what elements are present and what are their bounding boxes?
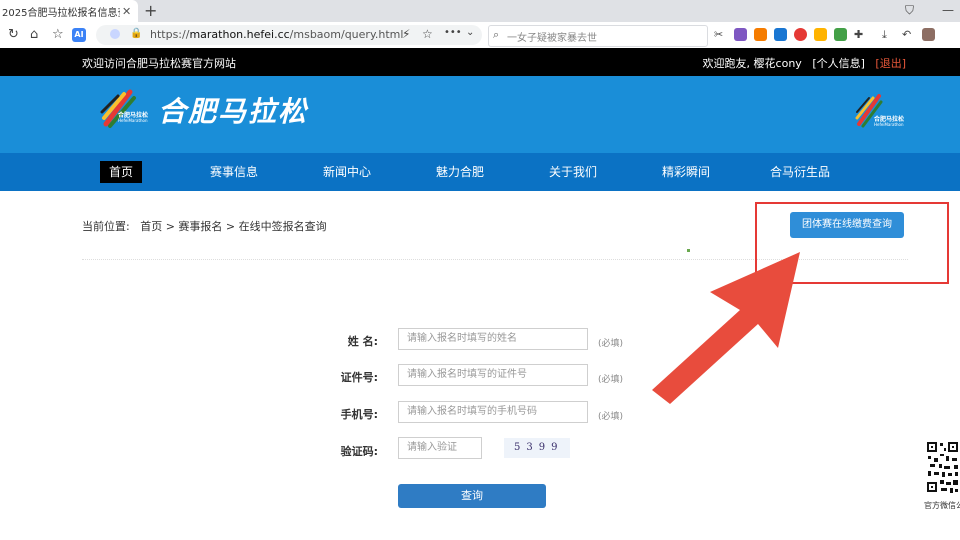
profile-link[interactable]: [个人信息]: [812, 57, 865, 70]
id-number-label: 证件号:: [340, 371, 378, 384]
more-dots-icon[interactable]: •••: [444, 27, 462, 38]
search-text: 一女子疑被家暴去世: [507, 33, 597, 44]
favorites-icon[interactable]: ☆: [52, 27, 64, 43]
nav-item-news[interactable]: 新闻中心: [311, 153, 383, 191]
id-number-input[interactable]: 请输入报名时填写的证件号: [398, 364, 588, 386]
puzzle-icon[interactable]: ✚: [854, 28, 867, 41]
briefcase-icon[interactable]: [922, 28, 935, 41]
reload-icon[interactable]: ↻: [8, 27, 19, 43]
name-required: (必填): [598, 339, 624, 349]
minimize-icon[interactable]: —: [942, 3, 954, 18]
nav-item-event-info[interactable]: 赛事信息: [198, 153, 270, 191]
nav-item-highlights[interactable]: 精彩瞬间: [650, 153, 722, 191]
name-input[interactable]: 请输入报名时填写的姓名: [398, 328, 588, 350]
url-path: /msbaom/query.html: [289, 28, 404, 41]
extension-icons: ✂ ✚ ⤓ ↶: [714, 28, 935, 41]
captcha-input[interactable]: 请输入验证: [398, 437, 482, 459]
search-input[interactable]: ⌕ 一女子疑被家暴去世: [488, 25, 708, 47]
chevron-down-icon[interactable]: ⌄: [466, 27, 474, 38]
nav-item-merchandise[interactable]: 合马衍生品: [760, 153, 840, 191]
browser-tab[interactable]: 2025合肥马拉松报名信息查询 ✕: [0, 0, 138, 22]
name-label: 姓 名:: [347, 335, 378, 348]
site-top-bar: 欢迎访问合肥马拉松赛官方网站 欢迎跑友, 樱花cony [个人信息] [退出]: [0, 48, 960, 76]
right-logo-mark-icon: [855, 92, 905, 134]
note-icon[interactable]: [814, 28, 827, 41]
user-greeting: 欢迎跑友, 樱花cony: [702, 57, 802, 70]
right-logo-en: HefeiMarathon: [874, 122, 904, 127]
game-icon[interactable]: [754, 28, 767, 41]
marathon-logo-mark-icon[interactable]: [100, 88, 152, 130]
tab-close-icon[interactable]: ✕: [122, 5, 131, 18]
home-icon[interactable]: ⌂: [30, 27, 38, 43]
translate-icon[interactable]: [734, 28, 747, 41]
site-info-icon[interactable]: [110, 29, 120, 39]
search-icon: ⌕: [493, 28, 500, 41]
nav-item-charm-hefei[interactable]: 魅力合肥: [424, 153, 496, 191]
team-payment-query-button[interactable]: 团体赛在线缴费查询: [790, 212, 904, 238]
phone-input[interactable]: 请输入报名时填写的手机号码: [398, 401, 588, 423]
welcome-text: 欢迎访问合肥马拉松赛官方网站: [82, 57, 236, 70]
browser-tab-bar: 2025合肥马拉松报名信息查询 ✕ + ⛉ —: [0, 0, 960, 22]
address-bar[interactable]: 🔒 https://marathon.hefei.cc/msbaom/query…: [96, 25, 482, 45]
url-text[interactable]: https://marathon.hefei.cc/msbaom/query.h…: [150, 28, 403, 41]
nav-item-home[interactable]: 首页: [100, 161, 142, 183]
user-info: 欢迎跑友, 樱花cony [个人信息] [退出]: [703, 55, 906, 71]
mail-icon[interactable]: [774, 28, 787, 41]
main-nav: 首页 赛事信息 新闻中心 魅力合肥 关于我们 精彩瞬间 合马衍生品: [0, 153, 960, 191]
logo-small-en: HefeiMarathon: [118, 118, 148, 123]
tab-title: 2025合肥马拉松报名信息查询: [2, 7, 120, 19]
url-host: marathon.hefei.cc: [189, 28, 290, 41]
star-icon[interactable]: ☆: [422, 27, 433, 41]
logo-title[interactable]: 合肥马拉松: [158, 90, 308, 130]
qr-caption: 官方微信公: [924, 501, 960, 510]
nav-item-about[interactable]: 关于我们: [537, 153, 609, 191]
captcha-label: 验证码:: [340, 445, 378, 458]
weibo-icon[interactable]: [794, 28, 807, 41]
breadcrumb-prefix: 当前位置:: [82, 220, 130, 233]
query-button[interactable]: 查询: [398, 484, 546, 508]
lightning-icon[interactable]: ⚡: [402, 27, 410, 41]
scissors-icon[interactable]: ✂: [714, 28, 727, 41]
site-header: 合肥马拉松 HefeiMarathon 合肥马拉松 合肥马拉松 HefeiMar…: [0, 76, 960, 153]
undo-icon[interactable]: ↶: [902, 28, 915, 41]
id-number-required: (必填): [598, 375, 624, 385]
breadcrumb: 当前位置: 首页 > 赛事报名 > 在线中签报名查询: [82, 218, 327, 234]
logout-link[interactable]: [退出]: [875, 57, 906, 70]
phone-label: 手机号:: [340, 408, 378, 421]
download-icon[interactable]: ⤓: [882, 28, 895, 41]
shirt-icon[interactable]: ⛉: [905, 3, 914, 18]
captcha-image[interactable]: 5399: [504, 438, 570, 458]
lock-icon: 🔒: [130, 28, 143, 39]
annotation-arrow-icon: [652, 252, 800, 404]
breadcrumb-path[interactable]: 首页 > 赛事报名 > 在线中签报名查询: [140, 220, 326, 233]
qr-code-icon: [926, 440, 960, 496]
new-tab-button[interactable]: +: [144, 1, 157, 21]
window-controls: ⛉ —: [905, 3, 954, 18]
phone-required: (必填): [598, 412, 624, 422]
url-scheme: https://: [150, 28, 190, 41]
wechat-icon[interactable]: [834, 28, 847, 41]
browser-toolbar: ↻ ⌂ ☆ AI 🔒 https://marathon.hefei.cc/msb…: [0, 22, 960, 49]
ai-icon[interactable]: AI: [72, 28, 86, 42]
